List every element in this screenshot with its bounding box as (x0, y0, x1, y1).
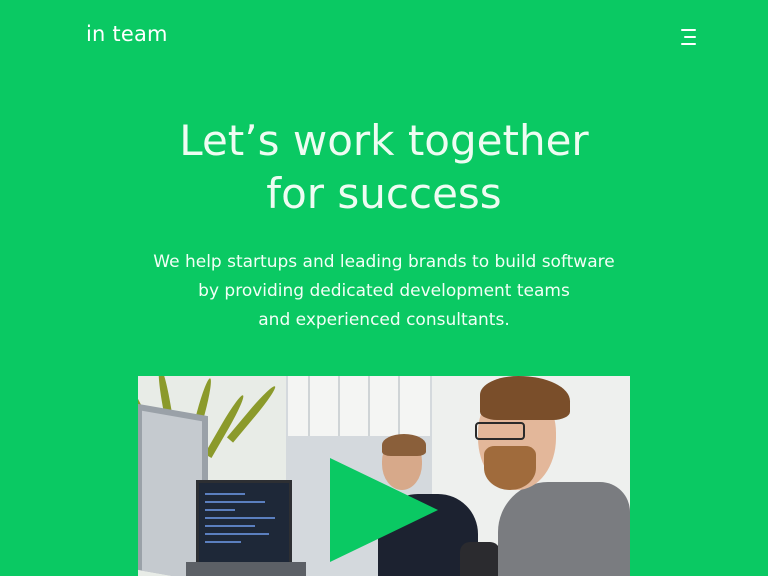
office-chair (460, 542, 500, 576)
menu-line (681, 43, 696, 45)
menu-line (681, 29, 696, 31)
window-bar (338, 376, 340, 436)
hero-subtitle: We help startups and leading brands to b… (0, 248, 768, 335)
code-monitor (196, 480, 292, 566)
hero-subtitle-line: We help startups and leading brands to b… (153, 252, 615, 272)
code-line (205, 501, 265, 503)
code-line (205, 541, 241, 543)
glasses (475, 422, 525, 440)
hero-title-line: for success (266, 169, 502, 218)
code-line (205, 533, 269, 535)
laptop (186, 562, 306, 576)
brand-logo[interactable]: in team (86, 22, 168, 46)
hero-subtitle-line: by providing dedicated development teams (198, 281, 570, 301)
code-line (205, 525, 255, 527)
code-line (205, 493, 245, 495)
hero-subtitle-line: and experienced consultants. (258, 310, 510, 330)
hero-title: Let’s work together for success (0, 114, 768, 220)
play-icon[interactable] (330, 458, 438, 562)
hero-title-line: Let’s work together (179, 116, 589, 165)
hamburger-menu-icon[interactable] (680, 28, 698, 46)
window-bar (368, 376, 370, 436)
code-line (205, 517, 275, 519)
person-hair (382, 434, 426, 456)
monitor-screen (142, 410, 202, 576)
window-bar (398, 376, 400, 436)
office-window (288, 376, 430, 436)
person-body (498, 482, 630, 576)
code-line (205, 509, 235, 511)
person-beard (484, 446, 536, 490)
menu-line (684, 36, 696, 38)
window-bar (308, 376, 310, 436)
